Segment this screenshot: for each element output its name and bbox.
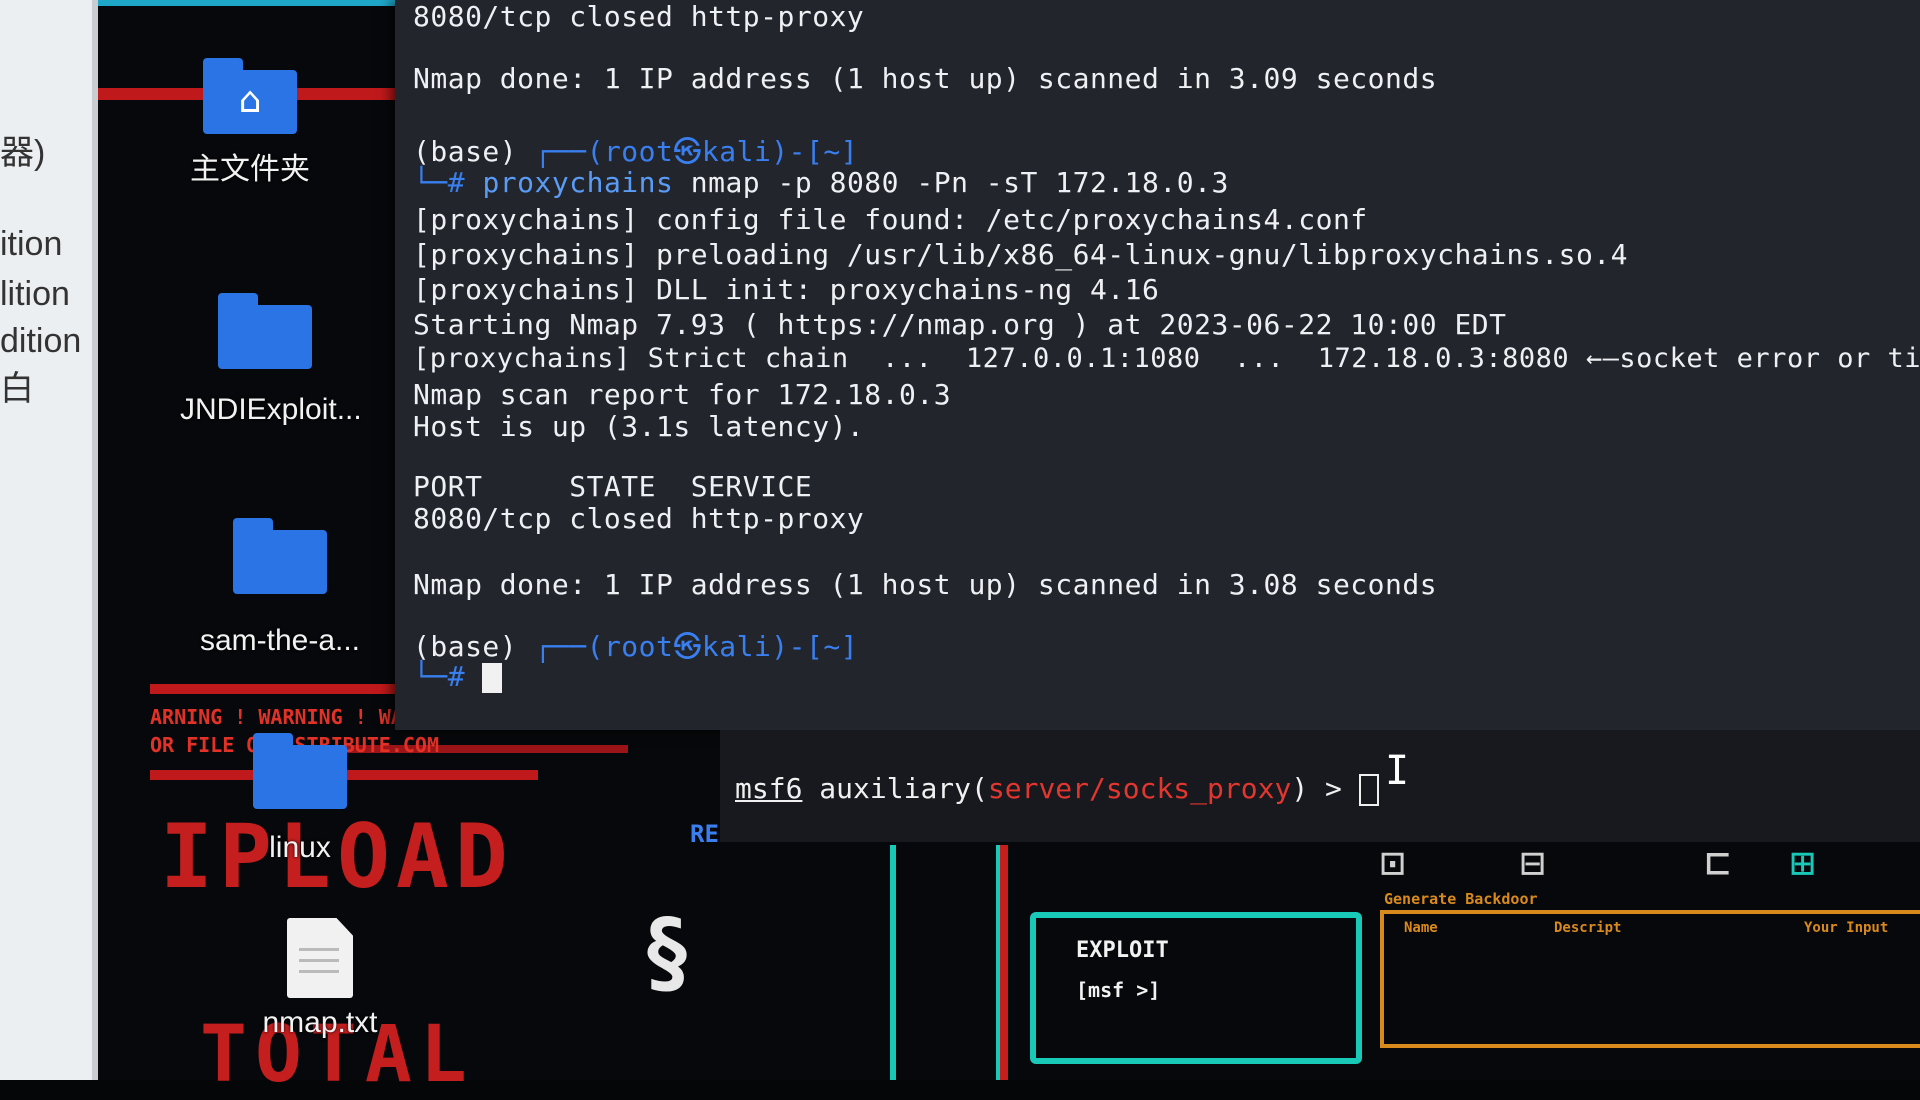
desktop-icon-jndiexploit[interactable]: JNDIExploit... — [180, 293, 362, 427]
terminal-table-header: PORT STATE SERVICE — [413, 470, 813, 503]
terminal-line: Host is up (3.1s latency). — [413, 410, 865, 443]
terminal-line: [proxychains] config file found: /etc/pr… — [413, 203, 1368, 236]
msf-console-window[interactable]: msf6 auxiliary(server/socks_proxy) > I — [720, 730, 1920, 842]
desktop-icon-label: nmap.txt — [262, 1006, 378, 1039]
msf-mid: auxiliary( — [802, 772, 988, 805]
msf-module: server/socks_proxy — [987, 772, 1292, 805]
inbox-icon: ⊡ — [1380, 838, 1406, 887]
terminal-line: Starting Nmap 7.93 ( https://nmap.org ) … — [413, 308, 1507, 341]
backdoor-col-input: Your Input — [1804, 920, 1889, 936]
folder-icon — [233, 518, 327, 594]
terminal-prompt: (base) ┌──(root㉿kali)-[~] — [413, 625, 858, 665]
terminal-line: Nmap done: 1 IP address (1 host up) scan… — [413, 568, 1438, 601]
terminal-line: [proxychains] DLL init: proxychains-ng 4… — [413, 273, 1160, 306]
exploit-banner-art: EXPLOIT [msf >] — [1030, 912, 1362, 1064]
folder-outline-icon: ⊏ — [1705, 838, 1731, 887]
red-divider — [1000, 845, 1008, 1080]
terminal-prompt: (base) ┌──(root㉿kali)-[~] — [413, 130, 858, 170]
prompt-env: (base) — [413, 135, 535, 168]
backdoor-col-name: Name — [1404, 920, 1438, 936]
desktop-icon-label: 主文件夹 — [190, 153, 310, 186]
terminal-input-line[interactable]: └─# — [413, 660, 503, 693]
terminal-line: Nmap scan report for 172.18.0.3 — [413, 378, 952, 411]
text-ibeam-cursor-icon: I — [1385, 748, 1410, 794]
white-ascii-art: § — [640, 900, 695, 1005]
terminal-window[interactable]: 8080/tcp closed http-proxy Nmap done: 1 … — [395, 0, 1920, 730]
msf-cursor — [1358, 774, 1379, 806]
left-app-window: 器) ition lition dition 白 — [0, 0, 98, 1080]
desktop-icon-sam-the-admin[interactable]: sam-the-a... — [195, 518, 365, 658]
desktop-icon-home[interactable]: ⌂ 主文件夹 — [165, 58, 335, 188]
folder-icon — [218, 293, 312, 369]
desktop-icon-label: sam-the-a... — [199, 624, 361, 657]
prompt-user-host: ┌──(root㉿kali)-[~] — [534, 135, 859, 168]
command-args: nmap -p 8080 -Pn -sT 172.18.0.3 — [673, 166, 1229, 199]
desktop-icon-label: linux — [269, 831, 331, 864]
backdoor-col-descript: Descript — [1554, 920, 1622, 936]
terminal-line: 8080/tcp closed http-proxy — [413, 0, 865, 33]
generate-backdoor-table-art: Generate Backdoor Name Descript Your Inp… — [1380, 890, 1920, 1048]
msf-badge: [msf >] — [1076, 978, 1161, 1002]
desktop-icon-nmap-txt[interactable]: nmap.txt — [235, 918, 405, 1040]
left-window-text-4: dition 白 — [0, 322, 82, 408]
backdoor-header: Generate Backdoor — [1384, 890, 1538, 908]
left-window-text-3: lition — [0, 275, 70, 313]
msf-prompt[interactable]: msf6 auxiliary(server/socks_proxy) > — [735, 772, 1379, 806]
home-folder-icon: ⌂ — [203, 58, 297, 134]
terminal-line: 8080/tcp closed http-proxy — [413, 502, 865, 535]
msf-suffix: ) > — [1291, 772, 1359, 805]
text-file-icon — [287, 918, 353, 998]
desktop-icon-label: JNDIExploit... — [180, 393, 362, 426]
prompt-hash: └─# — [413, 660, 483, 693]
left-window-text-1: 器) — [0, 134, 46, 172]
folder-icon — [253, 733, 347, 809]
command-proxychains: proxychains — [482, 166, 674, 199]
terminal-cursor — [482, 663, 503, 693]
terminal-line: [proxychains] preloading /usr/lib/x86_64… — [413, 238, 1629, 271]
prompt-hash: └─# — [413, 166, 483, 199]
exploit-title: EXPLOIT — [1076, 938, 1169, 963]
terminal-line: Nmap done: 1 IP address (1 host up) scan… — [413, 62, 1438, 95]
desktop-icon-linux[interactable]: linux — [215, 733, 385, 865]
cyan-ascii-art — [890, 845, 1002, 1080]
prompt-user-host: ┌──(root㉿kali)-[~] — [534, 630, 859, 663]
cyan-stripe — [98, 0, 398, 6]
left-window-text-2: ition — [0, 225, 63, 263]
terminal-line: [proxychains] Strict chain ... 127.0.0.1… — [413, 343, 1920, 374]
re-label: RE — [690, 820, 719, 848]
chart-icon: ⊞ — [1790, 838, 1816, 887]
prompt-env: (base) — [413, 630, 535, 663]
terminal-command-line: └─# proxychains nmap -p 8080 -Pn -sT 172… — [413, 166, 1229, 199]
msf-prefix: msf6 — [735, 772, 803, 805]
tray-icon: ⊟ — [1520, 838, 1546, 887]
